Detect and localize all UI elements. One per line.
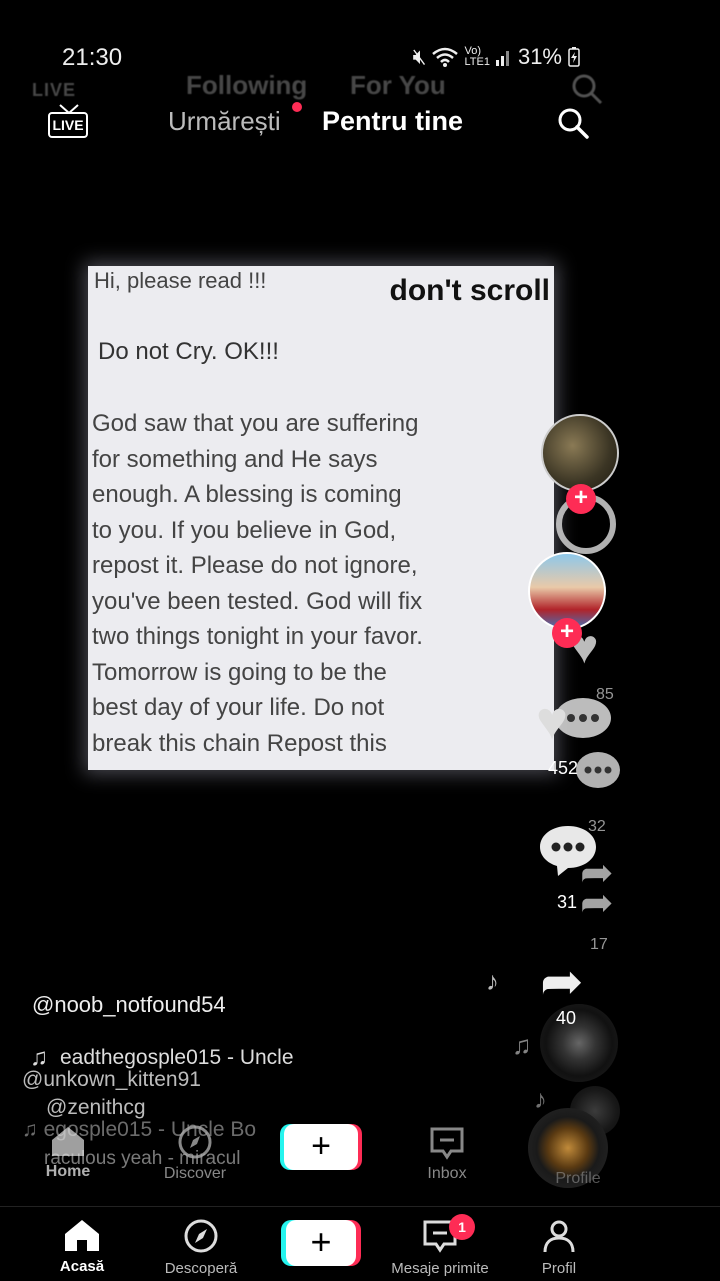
network-label-bottom: LTE1 bbox=[464, 56, 490, 68]
ghost-for-you-tab: For You bbox=[350, 70, 446, 100]
inbox-badge: 1 bbox=[449, 1214, 475, 1240]
ghost-nav-home: Home bbox=[40, 1124, 96, 1181]
status-icons: 🔇︎ Vo) LTE1 31% bbox=[413, 44, 580, 70]
share-count: 40 bbox=[556, 1008, 577, 1028]
ghost-nav-inbox: Inbox bbox=[420, 1126, 474, 1183]
battery-charging-icon bbox=[568, 47, 580, 67]
username[interactable]: @noob_notfound54 bbox=[32, 992, 226, 1018]
share-icon[interactable]: ➦ bbox=[540, 952, 584, 1012]
battery-percent: 31% bbox=[517, 44, 562, 69]
ghost-comment-icon bbox=[555, 698, 611, 738]
nav-inbox[interactable]: Mesaje primite bbox=[385, 1218, 495, 1277]
nav-discover[interactable]: Descoperă bbox=[146, 1218, 256, 1277]
mute-icon: 🔇︎ bbox=[412, 44, 427, 69]
nav-home[interactable]: Acasă bbox=[27, 1218, 137, 1275]
nav-profile[interactable]: Profil bbox=[504, 1218, 614, 1277]
ghost-live-label: LIVE bbox=[32, 80, 77, 100]
music-title: eadthegosple015 - Uncle bbox=[60, 1046, 294, 1069]
comment-count: 31 bbox=[557, 892, 578, 912]
ghost-username-2: @zenithcg bbox=[46, 1096, 146, 1119]
search-icon[interactable] bbox=[556, 106, 590, 140]
video-overlay-text: don't scroll bbox=[389, 274, 550, 307]
music-note-icon-3: ♪ bbox=[534, 1084, 547, 1114]
video-body-text: God saw that you are suffering for somet… bbox=[92, 410, 423, 757]
following-notification-dot bbox=[292, 102, 302, 112]
follow-plus-icon-secondary[interactable]: + bbox=[552, 618, 582, 648]
ghost-share-icon-2: ➦ bbox=[580, 881, 614, 925]
creator-avatar[interactable] bbox=[541, 414, 619, 492]
video-header-text: Hi, please read !!! bbox=[94, 268, 267, 293]
ghost-following-tab: Following bbox=[186, 70, 308, 100]
create-button[interactable]: + bbox=[286, 1220, 356, 1266]
ghost-nav-discover: Discover bbox=[160, 1124, 230, 1183]
nav-home-label: Acasă bbox=[59, 1258, 105, 1275]
signal-icon bbox=[495, 51, 509, 66]
ghost-home-icon bbox=[52, 1127, 84, 1156]
nav-inbox-label: Mesaje primite bbox=[391, 1260, 489, 1277]
music-note-icon-2: ♫ bbox=[512, 1030, 532, 1060]
video-line-1: Do not Cry. OK!!! bbox=[98, 338, 279, 365]
nav-profile-label: Profil bbox=[541, 1260, 577, 1277]
tab-following[interactable]: Urmărești bbox=[168, 106, 281, 137]
ghost-compass-icon bbox=[178, 1125, 212, 1159]
nav-discover-label: Descoperă bbox=[164, 1260, 238, 1277]
music-note-icon: ♪ bbox=[486, 966, 499, 996]
live-button[interactable]: LIVE bbox=[48, 104, 90, 140]
ghost-inbox-icon bbox=[430, 1127, 464, 1160]
video-content[interactable]: Hi, please read !!! don't scroll Do not … bbox=[88, 266, 554, 770]
status-time: 21:30 bbox=[62, 44, 123, 71]
tab-for-you[interactable]: Pentru tine bbox=[322, 106, 463, 137]
compass-icon bbox=[184, 1219, 218, 1253]
music-disc[interactable] bbox=[540, 1004, 618, 1082]
ghost-share-count: 17 bbox=[590, 936, 608, 953]
ghost-search-icon bbox=[572, 74, 603, 105]
home-icon bbox=[65, 1220, 99, 1251]
live-label: LIVE bbox=[48, 112, 88, 138]
profile-icon bbox=[543, 1220, 575, 1253]
ghost-nav-profile: Profile bbox=[555, 1170, 601, 1187]
ghost-username: @unkown_kitten91 bbox=[22, 1068, 201, 1091]
wifi-icon bbox=[432, 47, 459, 67]
ghost-nav-create: + bbox=[284, 1124, 358, 1170]
follow-plus-icon[interactable]: + bbox=[566, 484, 596, 514]
ghost-comment-icon-2 bbox=[576, 752, 620, 788]
